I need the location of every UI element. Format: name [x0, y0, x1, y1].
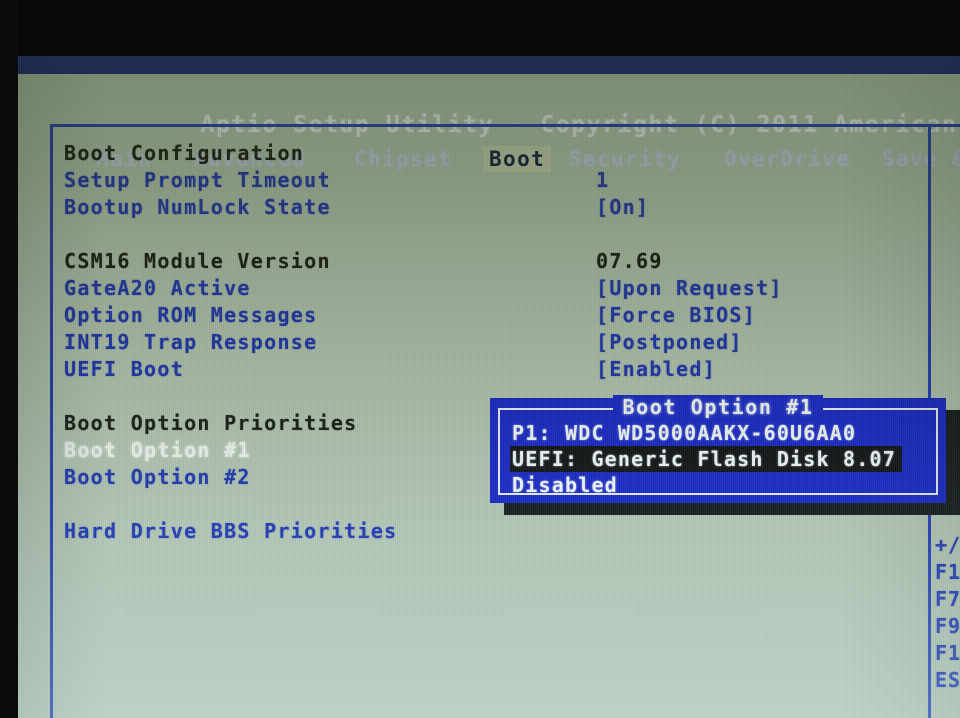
setting-value[interactable]: 07.69 — [596, 249, 663, 273]
setting-label: Hard Drive BBS Priorities — [64, 519, 398, 543]
title-band — [18, 56, 960, 74]
bios-screen: Aptio Setup Utility - Copyright (C) 2011… — [18, 56, 960, 718]
setting-label: INT19 Trap Response — [64, 330, 318, 354]
setting-value[interactable]: [Postponed] — [596, 330, 743, 354]
popup-option[interactable]: Disabled — [510, 472, 932, 498]
help-key: F1 — [935, 560, 960, 584]
setting-label: Boot Option #1 — [64, 438, 251, 462]
setting-label: CSM16 Module Version — [64, 249, 331, 273]
setting-label: GateA20 Active — [64, 276, 251, 300]
setting-label: Setup Prompt Timeout — [64, 168, 331, 192]
setting-value[interactable]: [Enabled] — [596, 357, 716, 381]
help-key: F9: — [935, 614, 960, 638]
popup-title-text: Boot Option #1 — [612, 395, 824, 419]
monitor-bezel-top — [0, 0, 960, 56]
popup-option-row[interactable]: P1: WDC WD5000AAKX-60U6AA0 — [510, 420, 932, 446]
popup-title: Boot Option #1 — [490, 395, 946, 419]
help-key: F7: — [935, 587, 960, 611]
setting-value[interactable]: 1 — [596, 168, 609, 192]
setting-label: Boot Configuration — [64, 141, 305, 165]
bios-photo: Aptio Setup Utility - Copyright (C) 2011… — [0, 0, 960, 718]
help-key-column: +/ F1 F7: F9: F10 ESC — [935, 532, 960, 694]
popup-option-row[interactable]: UEFI: Generic Flash Disk 8.07 — [510, 446, 932, 472]
popup-option[interactable]: P1: WDC WD5000AAKX-60U6AA0 — [510, 420, 932, 446]
popup-option-row[interactable]: Disabled — [510, 472, 932, 498]
help-key: F10 — [935, 641, 960, 665]
popup-option-selected[interactable]: UEFI: Generic Flash Disk 8.07 — [510, 446, 902, 472]
setting-label: Boot Option Priorities — [64, 411, 358, 435]
setting-label: Option ROM Messages — [64, 303, 318, 327]
setting-value[interactable]: [On] — [596, 195, 649, 219]
help-key: +/ — [935, 533, 960, 557]
setting-label: Boot Option #2 — [64, 465, 251, 489]
popup-option-list: P1: WDC WD5000AAKX-60U6AA0 UEFI: Generic … — [510, 420, 932, 498]
boot-option-popup[interactable]: Boot Option #1 P1: WDC WD5000AAKX-60U6AA… — [490, 395, 946, 503]
setting-label: Bootup NumLock State — [64, 195, 331, 219]
setting-label: UEFI Boot — [64, 357, 185, 381]
help-key: ESC — [935, 668, 960, 692]
setting-value[interactable]: [Upon Request] — [596, 276, 783, 300]
setting-value[interactable]: [Force BIOS] — [596, 303, 756, 327]
monitor-bezel-left — [0, 0, 18, 718]
